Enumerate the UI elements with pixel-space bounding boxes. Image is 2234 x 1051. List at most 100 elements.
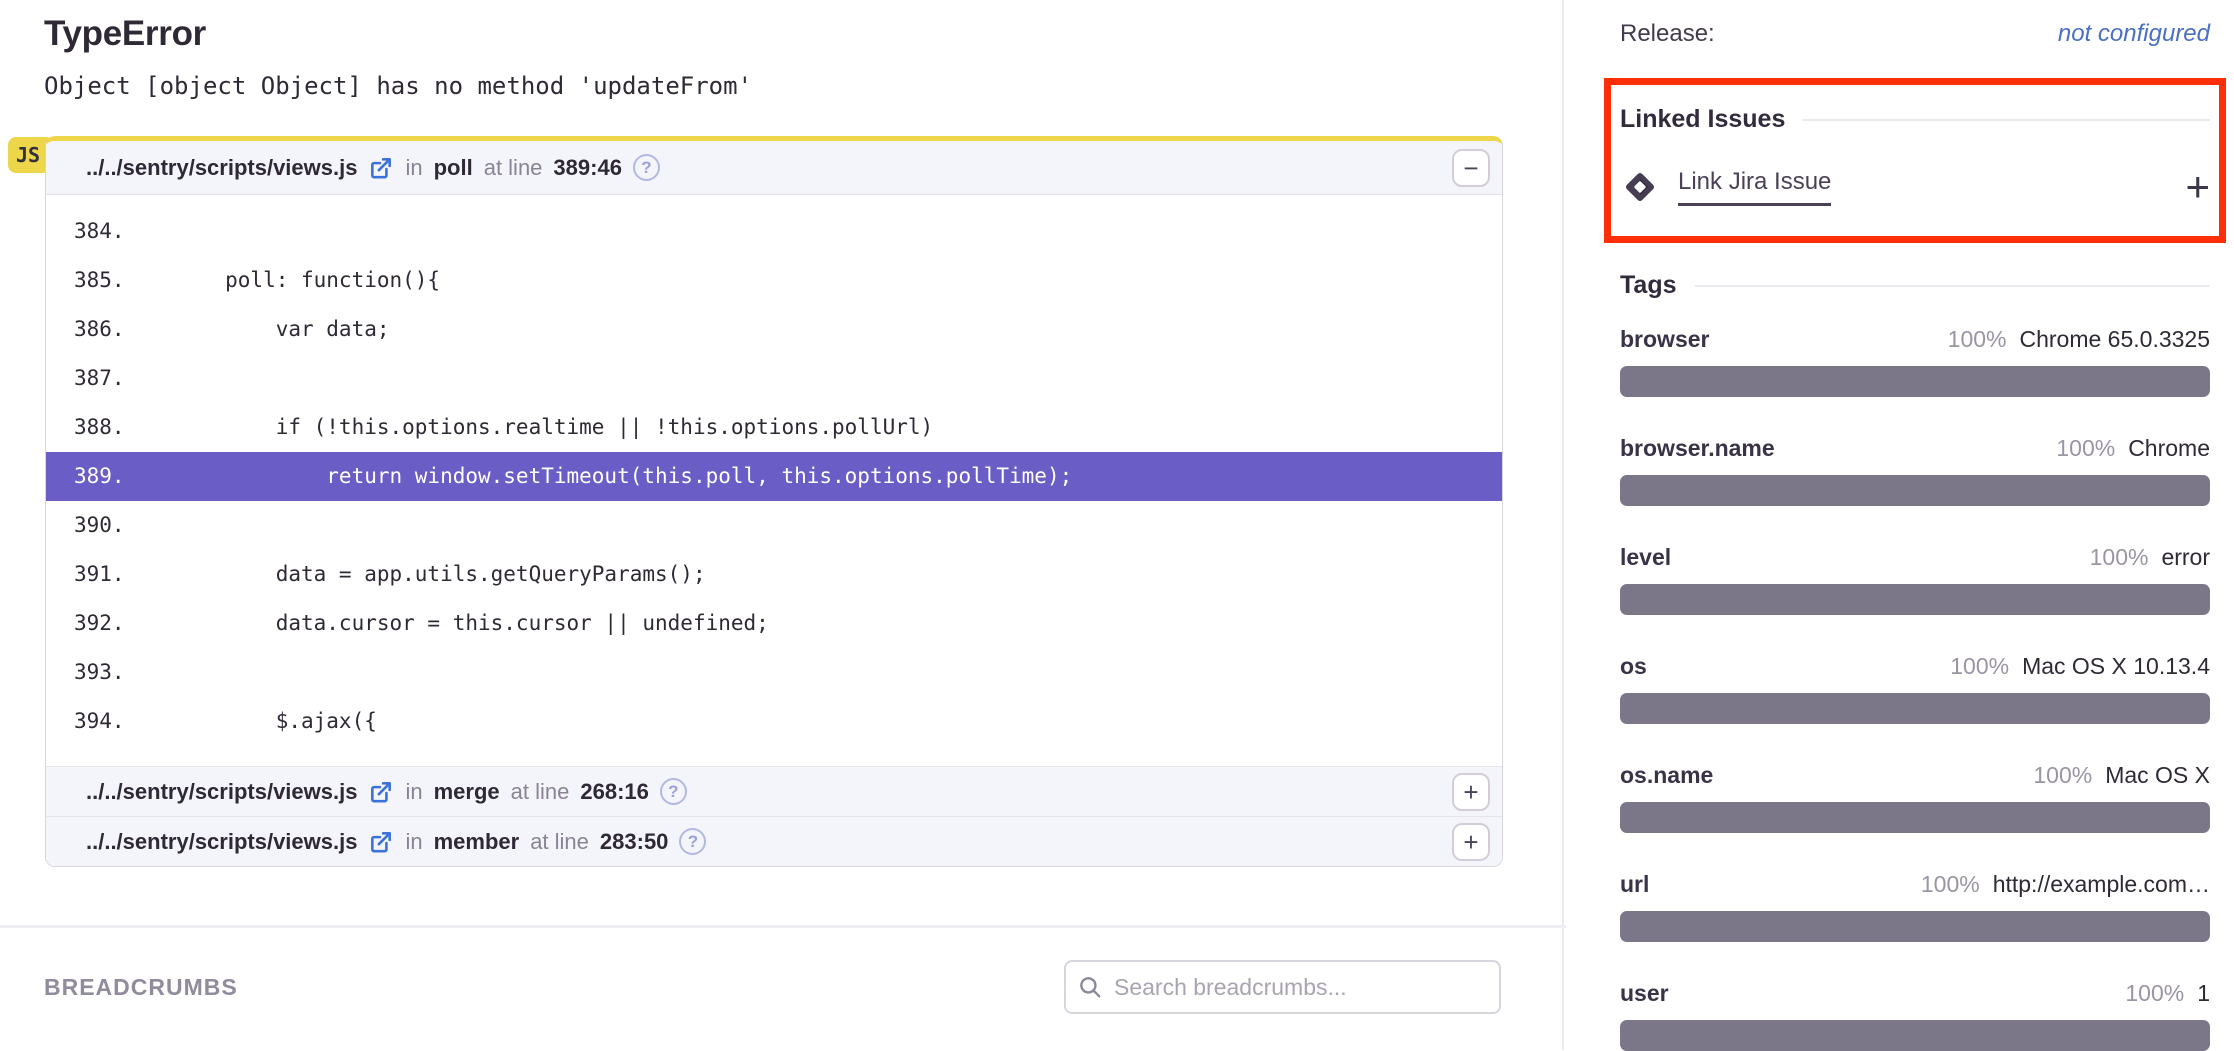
code-block: 384. 385. poll: function(){ 386. var dat…	[46, 195, 1502, 766]
collapse-frame-button[interactable]: −	[1452, 149, 1490, 187]
frame-file-path: ../../sentry/scripts/views.js	[86, 779, 357, 805]
code-line: 394. $.ajax({	[46, 697, 1502, 746]
code-line: 392. data.cursor = this.cursor || undefi…	[46, 599, 1502, 648]
tag-distribution-bar[interactable]	[1620, 802, 2210, 833]
tag-name[interactable]: browser	[1620, 326, 1709, 353]
tag-percent: 100%	[2033, 762, 2092, 789]
line-number: 394.	[46, 697, 124, 746]
tag-values: 100% Chrome 65.0.3325	[1948, 326, 2210, 353]
breadcrumbs-search	[1064, 960, 1501, 1014]
code-line: 389. return window.setTimeout(this.poll,…	[46, 452, 1502, 501]
tag-values: 100% 1	[2125, 980, 2210, 1007]
tag-value[interactable]: error	[2161, 544, 2210, 571]
search-breadcrumbs-input[interactable]	[1064, 960, 1501, 1014]
tag-distribution-bar[interactable]	[1620, 1020, 2210, 1051]
error-type-title: TypeError	[44, 14, 1562, 54]
code-text: poll: function(){	[124, 256, 440, 305]
tag-head: os.name 100% Mac OS X	[1620, 762, 2210, 789]
tag-distribution-bar[interactable]	[1620, 366, 2210, 397]
tag-item: os 100% Mac OS X 10.13.4	[1620, 653, 2210, 724]
tag-name[interactable]: level	[1620, 544, 1671, 571]
tag-item: os.name 100% Mac OS X	[1620, 762, 2210, 833]
tag-value[interactable]: Chrome	[2128, 435, 2210, 462]
expand-frame-button[interactable]: +	[1452, 773, 1490, 811]
tag-values: 100% Mac OS X	[2033, 762, 2210, 789]
at-line-label: at line	[530, 829, 589, 855]
tag-name[interactable]: os.name	[1620, 762, 1713, 789]
link-jira-issue-link[interactable]: Link Jira Issue	[1678, 168, 1831, 206]
line-number: 391.	[46, 550, 124, 599]
help-icon[interactable]: ?	[679, 828, 706, 855]
frame-file-path: ../../sentry/scripts/views.js	[86, 829, 357, 855]
tag-head: browser.name 100% Chrome	[1620, 435, 2210, 462]
release-label: Release:	[1620, 20, 1715, 48]
in-label: in	[405, 155, 422, 181]
tag-values: 100% http://example.com…	[1921, 871, 2210, 898]
tag-head: browser 100% Chrome 65.0.3325	[1620, 326, 2210, 353]
sidebar: Release: not configured Linked Issues Li…	[1564, 0, 2234, 1050]
code-text: data.cursor = this.cursor || undefined;	[124, 599, 769, 648]
tag-bar-track	[1620, 584, 2210, 615]
linked-issues-annotation-box: Linked Issues Link Jira Issue +	[1604, 78, 2226, 243]
tag-value[interactable]: 1	[2197, 980, 2210, 1007]
code-line: 384.	[46, 207, 1502, 256]
code-line: 393.	[46, 648, 1502, 697]
help-icon[interactable]: ?	[633, 154, 660, 181]
tag-name[interactable]: browser.name	[1620, 435, 1775, 462]
collapsed-stack-frame[interactable]: ../../sentry/scripts/views.js in merge a…	[46, 766, 1502, 816]
line-number: 386.	[46, 305, 124, 354]
frame-function-name: member	[434, 829, 520, 855]
tag-value[interactable]: Chrome 65.0.3325	[2019, 326, 2210, 353]
external-link-icon[interactable]	[368, 155, 394, 181]
line-number: 388.	[46, 403, 124, 452]
tags-title: Tags	[1620, 271, 1677, 300]
code-text: if (!this.options.realtime || !this.opti…	[124, 403, 933, 452]
tag-percent: 100%	[2090, 544, 2149, 571]
search-icon	[1077, 974, 1103, 1000]
exception-panel: TypeError Object [object Object] has no …	[0, 0, 1564, 1050]
stack-frame-header[interactable]: ../../sentry/scripts/views.js in poll at…	[46, 141, 1502, 195]
tag-distribution-bar[interactable]	[1620, 584, 2210, 615]
frame-line-number: 283:50	[600, 829, 669, 855]
collapsed-stack-frame[interactable]: ../../sentry/scripts/views.js in member …	[46, 816, 1502, 866]
code-line: 387.	[46, 354, 1502, 403]
code-line: 385. poll: function(){	[46, 256, 1502, 305]
in-label: in	[405, 779, 422, 805]
tag-item: level 100% error	[1620, 544, 2210, 615]
tag-bar-track	[1620, 366, 2210, 397]
section-divider	[0, 925, 1566, 928]
error-message: Object [object Object] has no method 'up…	[44, 72, 1562, 100]
release-row: Release: not configured	[1620, 20, 2210, 48]
help-icon[interactable]: ?	[660, 778, 687, 805]
tag-name[interactable]: os	[1620, 653, 1647, 680]
tags-section: Tags browser 100% Chrome 65.0.3325 brows…	[1620, 271, 2210, 1051]
line-number: 393.	[46, 648, 124, 697]
jira-icon	[1620, 167, 1660, 207]
tag-name[interactable]: url	[1620, 871, 1649, 898]
tag-value[interactable]: Mac OS X	[2105, 762, 2210, 789]
frame-function-name: merge	[434, 779, 500, 805]
tag-head: os 100% Mac OS X 10.13.4	[1620, 653, 2210, 680]
tag-head: url 100% http://example.com…	[1620, 871, 2210, 898]
tag-value[interactable]: http://example.com…	[1993, 871, 2210, 898]
tag-distribution-bar[interactable]	[1620, 693, 2210, 724]
tag-item: url 100% http://example.com…	[1620, 871, 2210, 942]
tag-distribution-bar[interactable]	[1620, 911, 2210, 942]
tag-bar-track	[1620, 802, 2210, 833]
linked-issues-title: Linked Issues	[1620, 105, 1785, 134]
tag-distribution-bar[interactable]	[1620, 475, 2210, 506]
line-number: 392.	[46, 599, 124, 648]
tag-values: 100% Mac OS X 10.13.4	[1950, 653, 2210, 680]
release-not-configured-link[interactable]: not configured	[2058, 20, 2210, 48]
external-link-icon[interactable]	[368, 829, 394, 855]
tag-percent: 100%	[1921, 871, 1980, 898]
line-number: 385.	[46, 256, 124, 305]
expand-frame-button[interactable]: +	[1452, 823, 1490, 861]
at-line-label: at line	[484, 155, 543, 181]
tag-name[interactable]: user	[1620, 980, 1669, 1007]
tag-value[interactable]: Mac OS X 10.13.4	[2022, 653, 2210, 680]
line-number: 390.	[46, 501, 124, 550]
add-linked-issue-icon[interactable]: +	[2185, 166, 2210, 208]
external-link-icon[interactable]	[368, 779, 394, 805]
code-line: 386. var data;	[46, 305, 1502, 354]
